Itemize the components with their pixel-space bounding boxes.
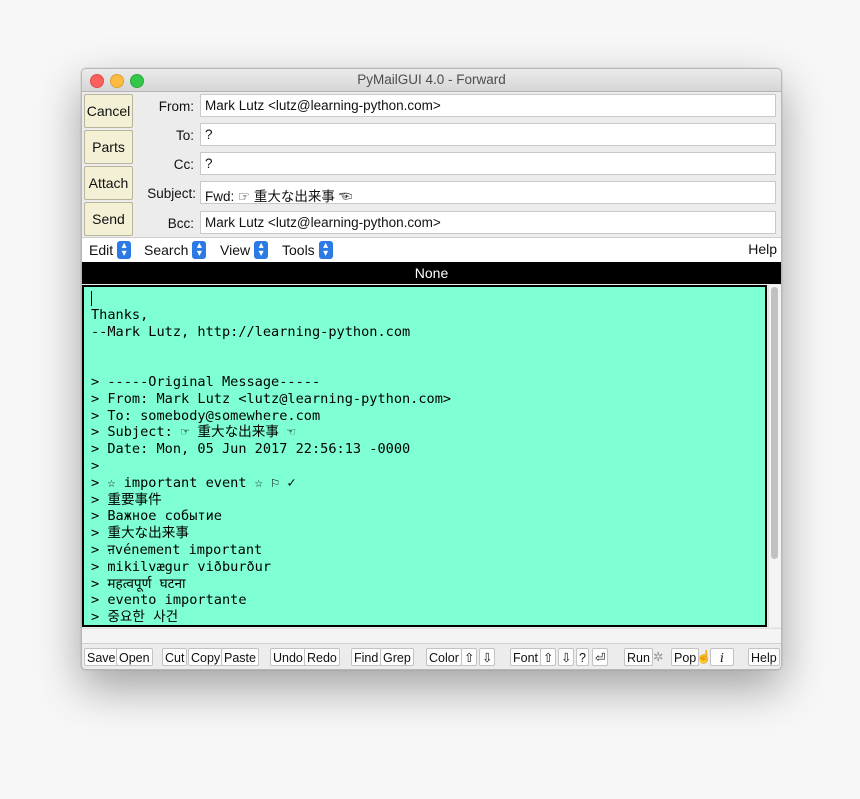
from-label: From: — [158, 99, 194, 114]
font-up-arrow-icon[interactable]: ⇧ — [540, 648, 557, 666]
cancel-button[interactable]: Cancel — [84, 94, 133, 128]
parts-button[interactable]: Parts — [84, 130, 133, 164]
text-cursor — [91, 290, 92, 306]
paste-button[interactable]: Paste — [221, 648, 259, 666]
editor-line: > -----Original Message----- — [91, 373, 321, 390]
view-menu-label: View — [220, 242, 251, 258]
editor-line: > From: Mark Lutz <lutz@learning-python.… — [91, 390, 452, 407]
tools-menu[interactable]: Tools ▴ ▾ — [282, 241, 333, 259]
edit-menu-label: Edit — [89, 242, 114, 258]
tools-menu-label: Tools — [282, 242, 315, 258]
font-down-arrow-icon[interactable]: ⇩ — [558, 648, 575, 666]
return-icon[interactable]: ⏎ — [592, 648, 609, 666]
color-down-arrow-icon[interactable]: ⇩ — [479, 648, 496, 666]
bcc-field[interactable]: Mark Lutz <lutz@learning-python.com> — [200, 211, 776, 234]
editor-line: > महत्वपूर्ण घटना — [91, 575, 186, 592]
search-menu[interactable]: Search ▴ ▾ — [144, 241, 207, 259]
cut-button[interactable]: Cut — [162, 648, 188, 666]
chevron-updown-icon: ▴ ▾ — [117, 241, 132, 259]
editor-line: > Date: Mon, 05 Jun 2017 22:56:13 -0000 — [91, 441, 411, 458]
search-menu-label: Search — [144, 242, 189, 258]
editor-toolbar: Save Open Cut Copy Paste Undo Redo Find … — [82, 643, 781, 669]
editor-line: > Важное событие — [91, 508, 222, 525]
editor-line: > evento importante — [91, 592, 247, 609]
chevron-updown-icon: ▴ ▾ — [192, 241, 207, 259]
info-icon[interactable]: i — [710, 648, 734, 666]
view-menu[interactable]: View ▴ ▾ — [220, 241, 269, 259]
save-button[interactable]: Save — [84, 648, 119, 666]
color-button[interactable]: Color — [426, 648, 462, 666]
title-bar[interactable]: PyMailGUI 4.0 - Forward — [82, 69, 781, 92]
editor-line: > To: somebody@somewhere.com — [91, 407, 321, 424]
edit-menu[interactable]: Edit ▴ ▾ — [89, 241, 132, 259]
chevron-updown-icon: ▴ ▾ — [318, 241, 333, 259]
vertical-scroll-thumb[interactable] — [771, 287, 778, 559]
forward-window: PyMailGUI 4.0 - Forward Cancel Parts Att… — [81, 68, 782, 670]
menu-bar: Edit ▴ ▾ Search ▴ ▾ View ▴ ▾ Tools ▴ ▾ Help — [82, 237, 781, 263]
from-field[interactable]: Mark Lutz <lutz@learning-python.com> — [200, 94, 776, 117]
undo-button[interactable]: Undo — [270, 648, 306, 666]
editor-line: --Mark Lutz, http://learning-python.com — [91, 323, 411, 340]
send-button[interactable]: Send — [84, 202, 133, 236]
redo-button[interactable]: Redo — [304, 648, 340, 666]
editor-line: > 重要事件 — [91, 491, 162, 508]
question-icon[interactable]: ? — [576, 648, 589, 666]
subject-label: Subject: — [147, 186, 196, 201]
vertical-scrollbar[interactable] — [768, 285, 781, 627]
attach-button[interactable]: Attach — [84, 166, 133, 200]
part-name-bar: None — [82, 262, 781, 284]
editor-line: > Subject: ☞ 重大な出来事 ☜ — [91, 424, 296, 441]
help-menu[interactable]: Help — [748, 241, 777, 257]
chevron-updown-icon: ▴ ▾ — [254, 241, 269, 259]
editor-line: > 重大な出来事 — [91, 525, 189, 542]
color-up-arrow-icon[interactable]: ⇧ — [461, 648, 478, 666]
window-title: PyMailGUI 4.0 - Forward — [357, 72, 506, 87]
gear-icon[interactable]: ✲ — [651, 648, 665, 666]
copy-button[interactable]: Copy — [188, 648, 224, 666]
editor-line: > mikilvægur viðburður — [91, 558, 272, 575]
run-button[interactable]: Run — [624, 648, 653, 666]
font-button[interactable]: Font — [510, 648, 542, 666]
editor-line: Thanks, — [91, 306, 149, 323]
editor-line: > ऩvénement important — [91, 541, 263, 558]
to-label: To: — [175, 128, 194, 143]
editor-line: > ☆ important event ☆ ⚐ ✓ — [91, 474, 296, 491]
cc-field[interactable]: ? — [200, 152, 776, 175]
editor-line: > 중요한 사건 — [91, 609, 179, 626]
grep-button[interactable]: Grep — [380, 648, 414, 666]
editor-line — [91, 290, 765, 307]
open-button[interactable]: Open — [116, 648, 153, 666]
subject-field[interactable]: Fwd: ☞ 重大な出来事 ☜ — [200, 181, 776, 204]
horizontal-scrollbar[interactable] — [82, 628, 781, 643]
help-button[interactable]: Help — [748, 648, 780, 666]
editor-line: > — [91, 457, 100, 474]
message-body-editor[interactable]: Thanks, --Mark Lutz, http://learning-pyth… — [82, 285, 767, 627]
cc-label: Cc: — [173, 157, 194, 172]
to-field[interactable]: ? — [200, 123, 776, 146]
bcc-label: Bcc: — [167, 216, 194, 231]
find-button[interactable]: Find — [351, 648, 382, 666]
